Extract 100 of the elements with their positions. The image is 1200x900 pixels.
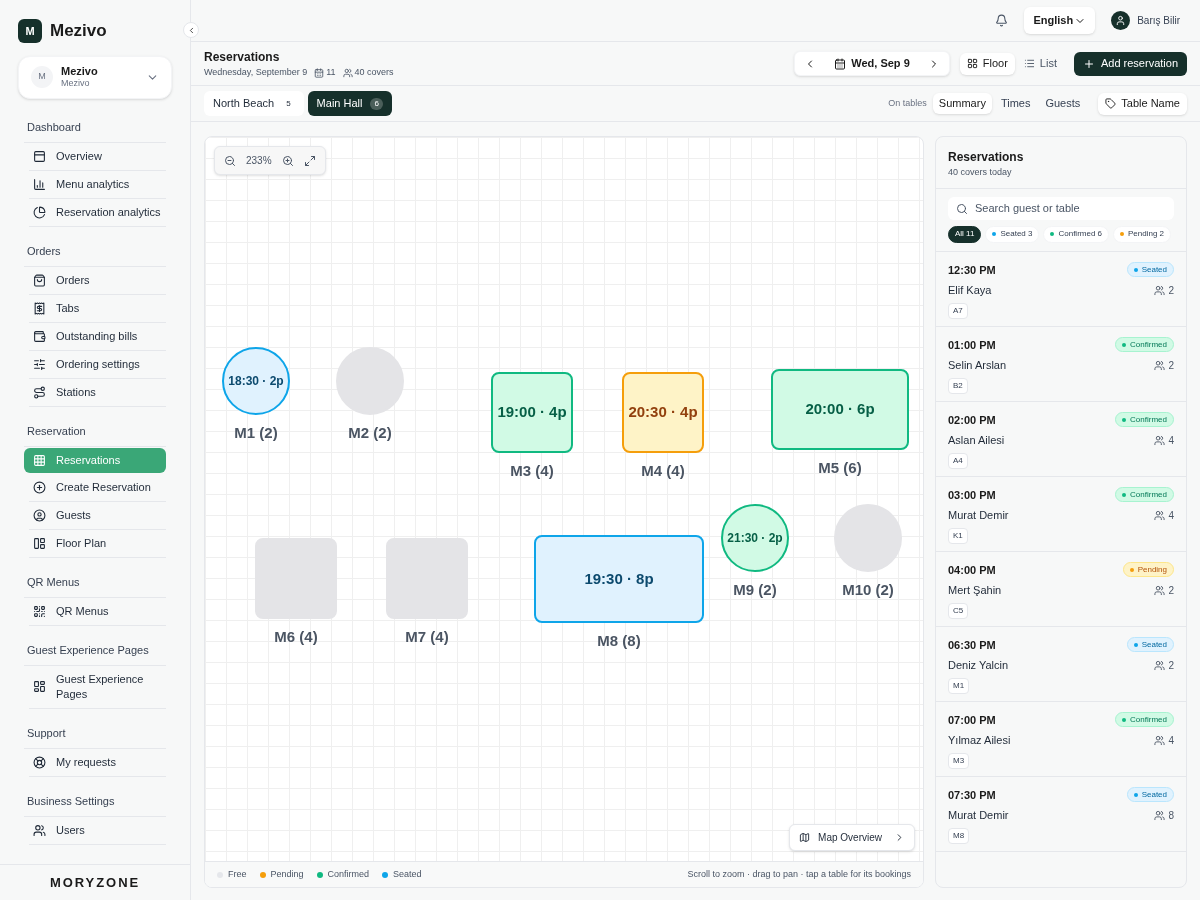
table-name: M2 (2) — [348, 423, 392, 443]
party-size: 8 — [1168, 808, 1174, 823]
table-shape[interactable]: 19:30 · 8p — [534, 535, 704, 623]
legend-label: Seated — [393, 867, 422, 881]
reservation-row[interactable]: 03:00 PM Confirmed Murat Demir 4 K1 — [936, 476, 1186, 552]
area-tab[interactable]: Main Hall 6 — [307, 91, 392, 116]
filter-chip[interactable]: All 11 — [948, 225, 982, 243]
nav-item[interactable]: Tabs — [29, 295, 166, 321]
reservation-row[interactable]: 01:00 PM Confirmed Selin Arslan 2 B2 — [936, 326, 1186, 402]
table-shape[interactable]: 18:30 · 2p — [222, 347, 290, 415]
view-toggle[interactable]: Floor — [959, 52, 1015, 75]
reservation-time: 01:00 PM — [948, 337, 996, 353]
table-name: M1 (2) — [234, 423, 278, 443]
booking-count: 11 — [326, 65, 336, 79]
filter-chip[interactable]: Confirmed 6 — [1043, 225, 1110, 243]
section-title: Support — [26, 726, 66, 739]
calendar-icon — [314, 67, 325, 78]
guest-name: Yılmaz Ailesi — [948, 733, 1011, 748]
table-shape[interactable]: 19:00 · 4p — [491, 372, 573, 453]
zoom-in-icon[interactable] — [281, 154, 294, 167]
add-reservation-button[interactable]: Add reservation — [1073, 51, 1187, 76]
reservation-time: 06:30 PM — [948, 637, 996, 653]
table-name: M3 (4) — [510, 461, 554, 481]
booking-summary: 19:30 · 8p — [584, 568, 654, 589]
users-icon — [33, 823, 46, 837]
table-code: K1 — [948, 527, 968, 544]
canvas-hint: Scroll to zoom · drag to pan · tap a table for its bookings — [687, 867, 911, 881]
status-badge: Confirmed — [1115, 412, 1174, 428]
footer-logo: MORYZONE — [49, 873, 141, 892]
nav-item[interactable]: Outstanding bills — [29, 323, 166, 349]
table-shape[interactable]: 21:30 · 2p — [721, 504, 789, 572]
nav-item[interactable]: My requests — [29, 749, 166, 775]
section-title: Reservation — [26, 424, 86, 437]
notification-bell-icon[interactable] — [995, 14, 1009, 27]
table-name: M5 (6) — [818, 458, 862, 478]
party-size: 4 — [1168, 508, 1174, 523]
current-date: Wed, Sep 9 — [851, 56, 910, 72]
nav-item[interactable]: Guest Experience Pages — [29, 666, 166, 707]
map-overview-button[interactable]: Map Overview — [789, 824, 915, 851]
table-name: M7 (4) — [405, 627, 449, 647]
window-icon — [33, 149, 46, 163]
reservation-time: 07:00 PM — [948, 712, 996, 728]
reservation-row[interactable]: 02:00 PM Confirmed Aslan Ailesi 4 A4 — [936, 401, 1186, 477]
filter-chip[interactable]: Seated 3 — [985, 225, 1040, 243]
view-toggle[interactable]: List — [1016, 52, 1064, 75]
status-badge: Confirmed — [1115, 337, 1174, 353]
user-avatar[interactable] — [1111, 11, 1131, 30]
expand-icon[interactable] — [303, 154, 316, 167]
table-code: A7 — [948, 302, 968, 319]
nav-item[interactable]: Floor Plan — [29, 530, 166, 556]
table-name: M9 (2) — [733, 580, 777, 600]
nav-item[interactable]: Users — [29, 817, 166, 843]
display-option[interactable]: Summary — [932, 93, 992, 114]
brand-name: Mezivo — [50, 20, 107, 42]
table-shape[interactable]: 20:30 · 4p — [622, 372, 704, 453]
nav-item[interactable]: Orders — [29, 267, 166, 293]
table-shape[interactable]: 20:00 · 6p — [771, 369, 909, 450]
reservation-row[interactable]: 12:30 PM Seated Elif Kaya 2 A7 — [936, 251, 1186, 327]
workspace-switcher[interactable]: M Mezivo Mezivo — [18, 55, 172, 99]
booking-summary: 20:30 · 4p — [628, 402, 698, 423]
reservation-row[interactable]: 06:30 PM Seated Deniz Yalcin 2 M1 — [936, 626, 1186, 702]
table-name-button[interactable]: Table Name — [1098, 92, 1187, 115]
route-icon — [33, 385, 46, 399]
nav-item[interactable]: Reservation analytics — [29, 199, 166, 225]
search-field[interactable]: Search guest or table — [948, 196, 1174, 220]
nav-item[interactable]: QR Menus — [29, 598, 166, 624]
nav-item[interactable]: Stations — [29, 379, 166, 405]
reservation-row[interactable]: 07:00 PM Confirmed Yılmaz Ailesi 4 M3 — [936, 701, 1186, 777]
table-code: M1 — [948, 677, 970, 694]
legend-label: Confirmed — [327, 867, 370, 881]
floor-canvas[interactable]: 233% 18:30 · 2p M1 (2) M2 (2) 19:00 · 4p M3 (4) 20:30 · 4p M4 (4) 20:00 · 6p M5 (6) M6 (4) M7 (4) 19:30 · 8p M8 (8) 21:30 · 2p M9 (2) M10 (2) Map Overview — [205, 137, 923, 861]
reservation-time: 04:00 PM — [948, 562, 996, 578]
booking-summary: 21:30 · 2p — [727, 530, 783, 547]
table-name: M8 (8) — [597, 631, 641, 651]
reservation-row[interactable]: 07:30 PM Seated Murat Demir 8 M8 — [936, 776, 1186, 852]
nav-item[interactable]: Guests — [29, 502, 166, 528]
qr-code-icon — [33, 604, 46, 618]
guest-name: Murat Demir — [948, 508, 1009, 523]
zoom-out-icon[interactable] — [224, 154, 236, 167]
display-label: On tables — [888, 96, 927, 110]
status-badge: Seated — [1126, 637, 1174, 653]
display-option[interactable]: Times — [994, 93, 1037, 114]
reservation-row[interactable]: 04:00 PM Pending Mert Şahin 2 C5 — [936, 551, 1186, 627]
nav-item[interactable]: Menu analytics — [29, 171, 166, 197]
guest-name: Aslan Ailesi — [948, 433, 1005, 448]
bag-icon — [33, 273, 46, 287]
plus-icon — [1082, 57, 1095, 70]
filter-chip[interactable]: Pending 2 — [1113, 225, 1172, 243]
workspace-avatar: M — [31, 66, 53, 88]
plus-circle-icon — [33, 480, 46, 494]
page-title: Reservations — [204, 48, 281, 66]
calendar-icon — [834, 57, 847, 70]
nav-item[interactable]: Create Reservation — [29, 474, 166, 500]
area-tab[interactable]: North Beach 5 — [204, 91, 304, 116]
display-option[interactable]: Guests — [1039, 93, 1087, 114]
nav-item[interactable]: Ordering settings — [29, 351, 166, 377]
language-selector[interactable]: English — [1024, 7, 1096, 34]
party-size-icon — [1154, 359, 1166, 371]
nav-item[interactable]: Overview — [29, 143, 166, 169]
list-icon — [1023, 58, 1035, 69]
